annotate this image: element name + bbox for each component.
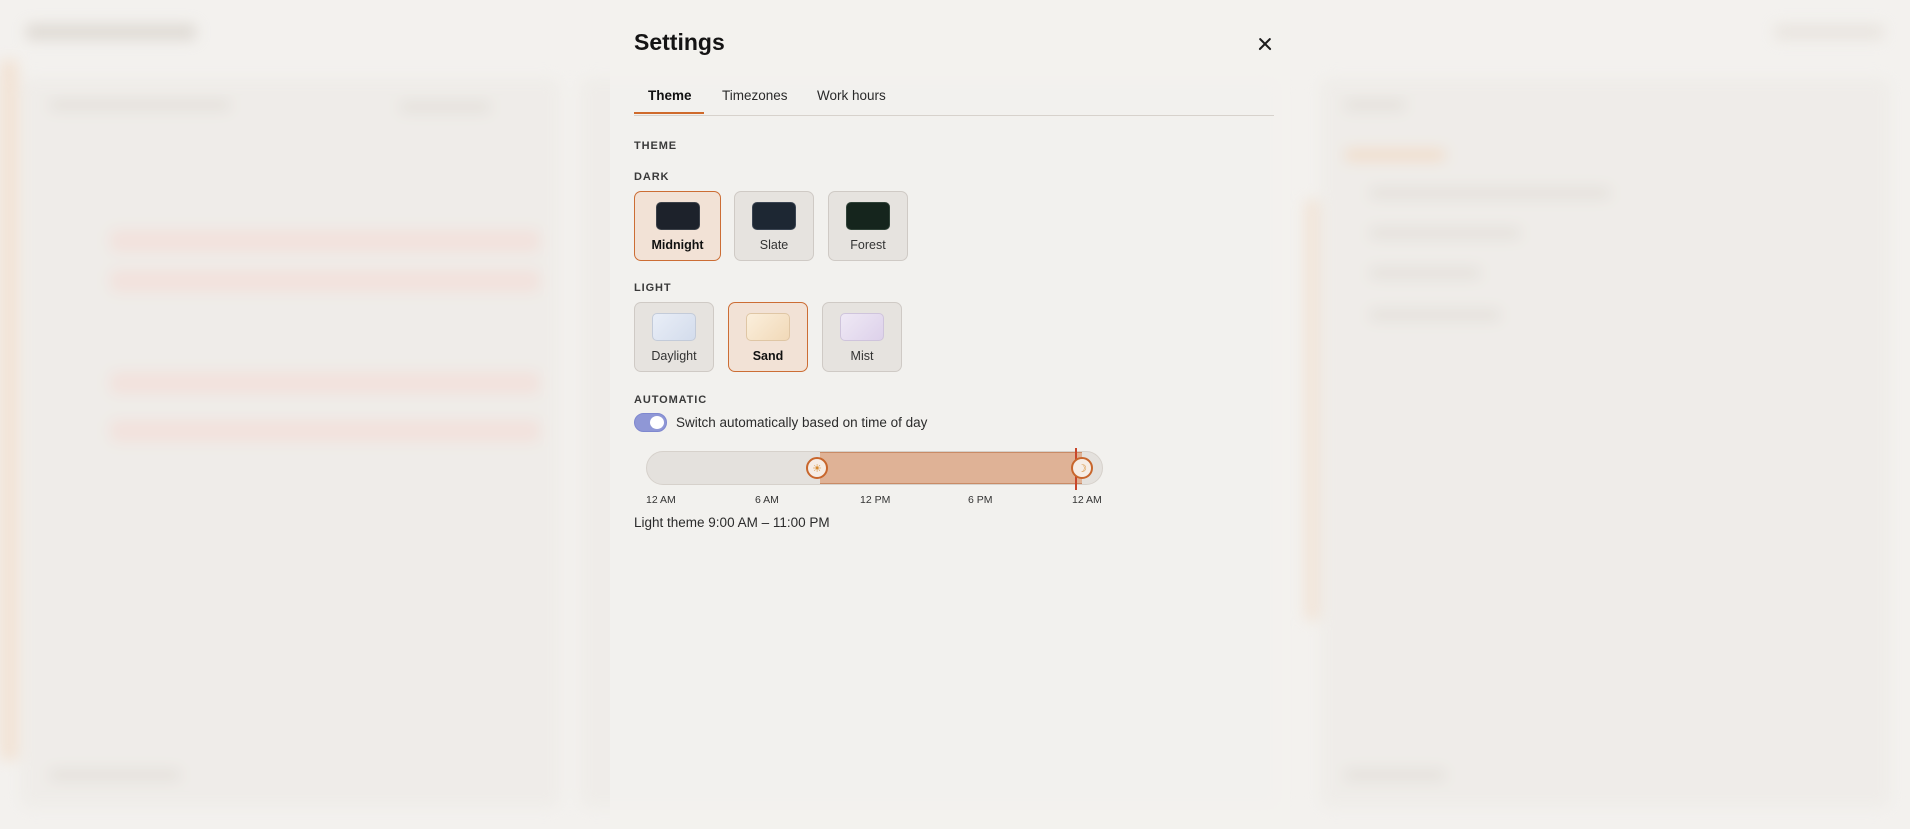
theme-name: Daylight [651,349,697,363]
theme-swatch [652,313,696,341]
timeline-tick: 6 AM [755,494,779,506]
background-text [1345,770,1445,780]
auto-switch-label: Switch automatically based on time of da… [676,415,928,430]
section-heading-light: LIGHT [634,282,672,294]
dialog-title: Settings [634,29,725,55]
timeline-tick: 12 AM [1072,494,1102,506]
background-text [1370,268,1480,278]
background-accent [1305,200,1319,620]
sun-icon[interactable]: ☀ [806,457,828,479]
theme-name: Sand [752,349,784,363]
background-title-bar [26,24,196,40]
theme-option-slate[interactable]: Slate [734,191,814,261]
timeline-tick: 12 PM [860,494,891,506]
theme-name: Forest [850,238,886,252]
timeline-tick: 6 PM [968,494,993,506]
active-tab-indicator [634,112,704,114]
moon-icon[interactable]: ☽ [1071,457,1093,479]
theme-name: Mist [850,349,874,363]
theme-option-daylight[interactable]: Daylight [634,302,714,372]
background-event [110,420,540,442]
toggle-knob [650,416,664,429]
theme-name: Slate [759,238,789,252]
background-text [1370,188,1610,198]
light-hours-timeline[interactable]: ☀ ☽ [646,448,1103,490]
timeline-tick: 12 AM [646,494,676,506]
light-hours-range [820,452,1082,484]
background-text [400,102,490,112]
close-icon[interactable] [1256,34,1276,54]
background-toolbar [1774,24,1884,40]
background-text [1345,100,1405,110]
section-heading-automatic: AUTOMATIC [634,394,708,406]
background-text [1345,150,1445,160]
theme-option-mist[interactable]: Mist [822,302,902,372]
theme-option-forest[interactable]: Forest [828,191,908,261]
background-event [110,372,540,394]
theme-swatch [752,202,796,230]
theme-name: Midnight [651,238,704,252]
theme-swatch [846,202,890,230]
background-event [110,270,540,292]
background-accent [0,60,18,760]
auto-switch-toggle[interactable] [634,413,667,432]
section-heading-theme: THEME [634,140,677,152]
settings-tabs: Theme Timezones Work hours [634,85,1274,116]
theme-swatch [840,313,884,341]
theme-swatch [655,202,700,230]
background-event [110,230,540,252]
background-text [1370,310,1500,320]
tab-work-hours[interactable]: Work hours [817,88,886,103]
background-text [50,770,180,780]
theme-option-midnight[interactable]: Midnight [634,191,721,261]
background-text [50,100,230,110]
tab-theme[interactable]: Theme [648,88,692,103]
background-text [1370,228,1520,238]
background-calendar-panel [20,78,560,808]
tab-timezones[interactable]: Timezones [722,88,788,103]
settings-dialog: Settings Theme Timezones Work hours THEM… [610,0,1290,829]
theme-swatch [746,313,790,341]
theme-option-sand[interactable]: Sand [728,302,808,372]
light-theme-range-text: Light theme 9:00 AM – 11:00 PM [634,515,830,530]
section-heading-dark: DARK [634,171,670,183]
